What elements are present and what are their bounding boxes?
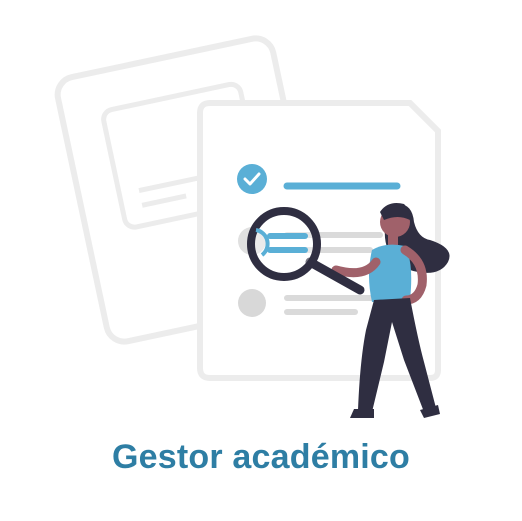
app-title: Gestor académico: [112, 438, 410, 476]
check-circle-icon: [237, 164, 267, 194]
illustration: [54, 35, 450, 418]
